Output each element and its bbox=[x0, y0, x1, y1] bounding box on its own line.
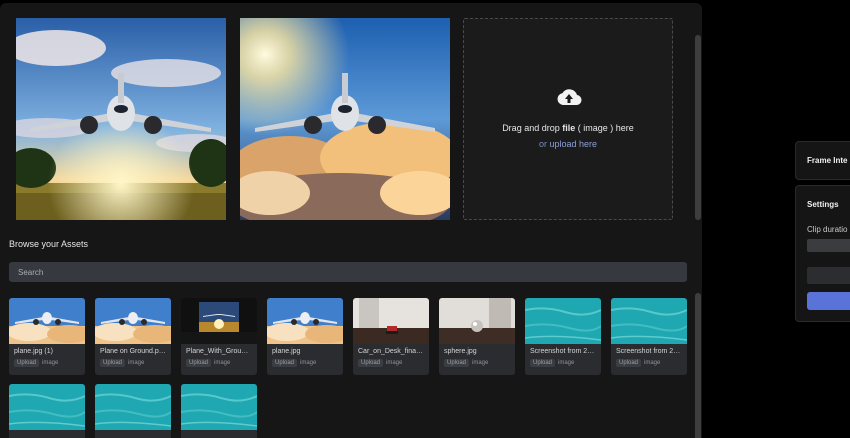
asset-name: plane.jpg bbox=[272, 348, 301, 355]
asset-meta: Upload image bbox=[267, 357, 343, 370]
assets-scrollbar[interactable] bbox=[695, 293, 701, 438]
asset-card[interactable]: Screenshot from 20... Upload image bbox=[525, 298, 601, 375]
asset-name bbox=[95, 430, 171, 438]
asset-source-badge: Upload bbox=[14, 359, 40, 367]
asset-card[interactable] bbox=[181, 384, 257, 438]
asset-card[interactable] bbox=[95, 384, 171, 438]
assets-scrollbar-thumb[interactable] bbox=[695, 293, 701, 438]
browse-assets-title: Browse your Assets bbox=[9, 239, 89, 249]
asset-meta: Upload image bbox=[95, 357, 171, 370]
asset-thumbnail bbox=[267, 298, 343, 344]
asset-source-badge: Upload bbox=[186, 359, 212, 367]
settings-title: Settings bbox=[807, 200, 839, 209]
asset-card[interactable]: Screenshot from 20... Upload image bbox=[611, 298, 687, 375]
asset-thumbnail bbox=[611, 298, 687, 344]
preview-scrollbar-thumb[interactable] bbox=[695, 35, 701, 220]
asset-thumbnail bbox=[9, 298, 85, 344]
asset-name: Plane on Ground.png bbox=[100, 348, 167, 355]
asset-card[interactable]: Plane on Ground.png Upload image bbox=[95, 298, 171, 375]
clip-duration-slider[interactable] bbox=[807, 239, 850, 252]
editor-panel: Drag and drop file ( image ) here or upl… bbox=[0, 3, 702, 438]
asset-name: Screenshot from 20... bbox=[530, 348, 597, 355]
asset-thumbnail bbox=[95, 298, 171, 344]
asset-type-label: image bbox=[214, 360, 231, 366]
asset-thumbnail bbox=[525, 298, 601, 344]
preview-image-plane-over-clouds[interactable] bbox=[240, 18, 450, 220]
asset-name: sphere.jpg bbox=[444, 348, 477, 355]
asset-meta: Upload image bbox=[439, 357, 515, 370]
asset-type-label: image bbox=[300, 360, 317, 366]
settings-card: Settings Clip duratio bbox=[795, 185, 850, 322]
asset-source-badge: Upload bbox=[100, 359, 126, 367]
asset-source-badge: Upload bbox=[530, 359, 556, 367]
asset-card[interactable] bbox=[9, 384, 85, 438]
upload-here-link[interactable]: upload here bbox=[549, 139, 597, 149]
asset-card[interactable]: Plane_With_Ground.j... Upload image bbox=[181, 298, 257, 375]
asset-name bbox=[9, 430, 85, 438]
asset-thumbnail bbox=[9, 384, 85, 430]
preview-image-plane-over-field[interactable] bbox=[16, 18, 226, 220]
frame-interpolation-card: Frame Inte bbox=[795, 141, 850, 180]
asset-thumbnail bbox=[353, 298, 429, 344]
asset-thumbnail bbox=[181, 298, 257, 344]
asset-card[interactable]: plane.jpg (1) Upload image bbox=[9, 298, 85, 375]
asset-thumbnail bbox=[95, 384, 171, 430]
asset-card[interactable]: sphere.jpg Upload image bbox=[439, 298, 515, 375]
dropzone-subtext: or upload here bbox=[538, 139, 598, 149]
asset-card[interactable]: plane.jpg Upload image bbox=[267, 298, 343, 375]
asset-name: Car_on_Desk_final.png bbox=[358, 348, 429, 355]
asset-type-label: image bbox=[42, 360, 59, 366]
asset-source-badge: Upload bbox=[444, 359, 470, 367]
asset-meta: Upload image bbox=[525, 357, 601, 370]
asset-thumbnail bbox=[181, 384, 257, 430]
asset-type-label: image bbox=[644, 360, 661, 366]
clip-duration-label: Clip duratio bbox=[807, 225, 848, 234]
asset-name bbox=[181, 430, 257, 438]
dropzone-text: Drag and drop file ( image ) here bbox=[502, 123, 634, 133]
asset-name: plane.jpg (1) bbox=[14, 348, 53, 355]
generate-button[interactable] bbox=[807, 292, 850, 310]
image-dropzone[interactable]: Drag and drop file ( image ) here or upl… bbox=[463, 18, 673, 220]
preview-scrollbar[interactable] bbox=[695, 35, 701, 220]
asset-thumbnail bbox=[439, 298, 515, 344]
asset-source-badge: Upload bbox=[358, 359, 384, 367]
asset-type-label: image bbox=[558, 360, 575, 366]
asset-name: Plane_With_Ground.j... bbox=[186, 348, 257, 355]
asset-source-badge: Upload bbox=[616, 359, 642, 367]
asset-search-input[interactable] bbox=[9, 262, 687, 282]
cloud-upload-icon bbox=[557, 89, 582, 106]
asset-meta: Upload image bbox=[611, 357, 687, 370]
frame-interpolation-title: Frame Inte bbox=[807, 156, 848, 165]
asset-source-badge: Upload bbox=[272, 359, 298, 367]
asset-meta: Upload image bbox=[181, 357, 257, 370]
asset-name: Screenshot from 20... bbox=[616, 348, 683, 355]
asset-meta: Upload image bbox=[353, 357, 429, 370]
asset-type-label: image bbox=[472, 360, 489, 366]
settings-field[interactable] bbox=[807, 267, 850, 284]
asset-type-label: image bbox=[386, 360, 403, 366]
asset-card[interactable]: Car_on_Desk_final.png Upload image bbox=[353, 298, 429, 375]
asset-type-label: image bbox=[128, 360, 145, 366]
asset-meta: Upload image bbox=[9, 357, 85, 370]
